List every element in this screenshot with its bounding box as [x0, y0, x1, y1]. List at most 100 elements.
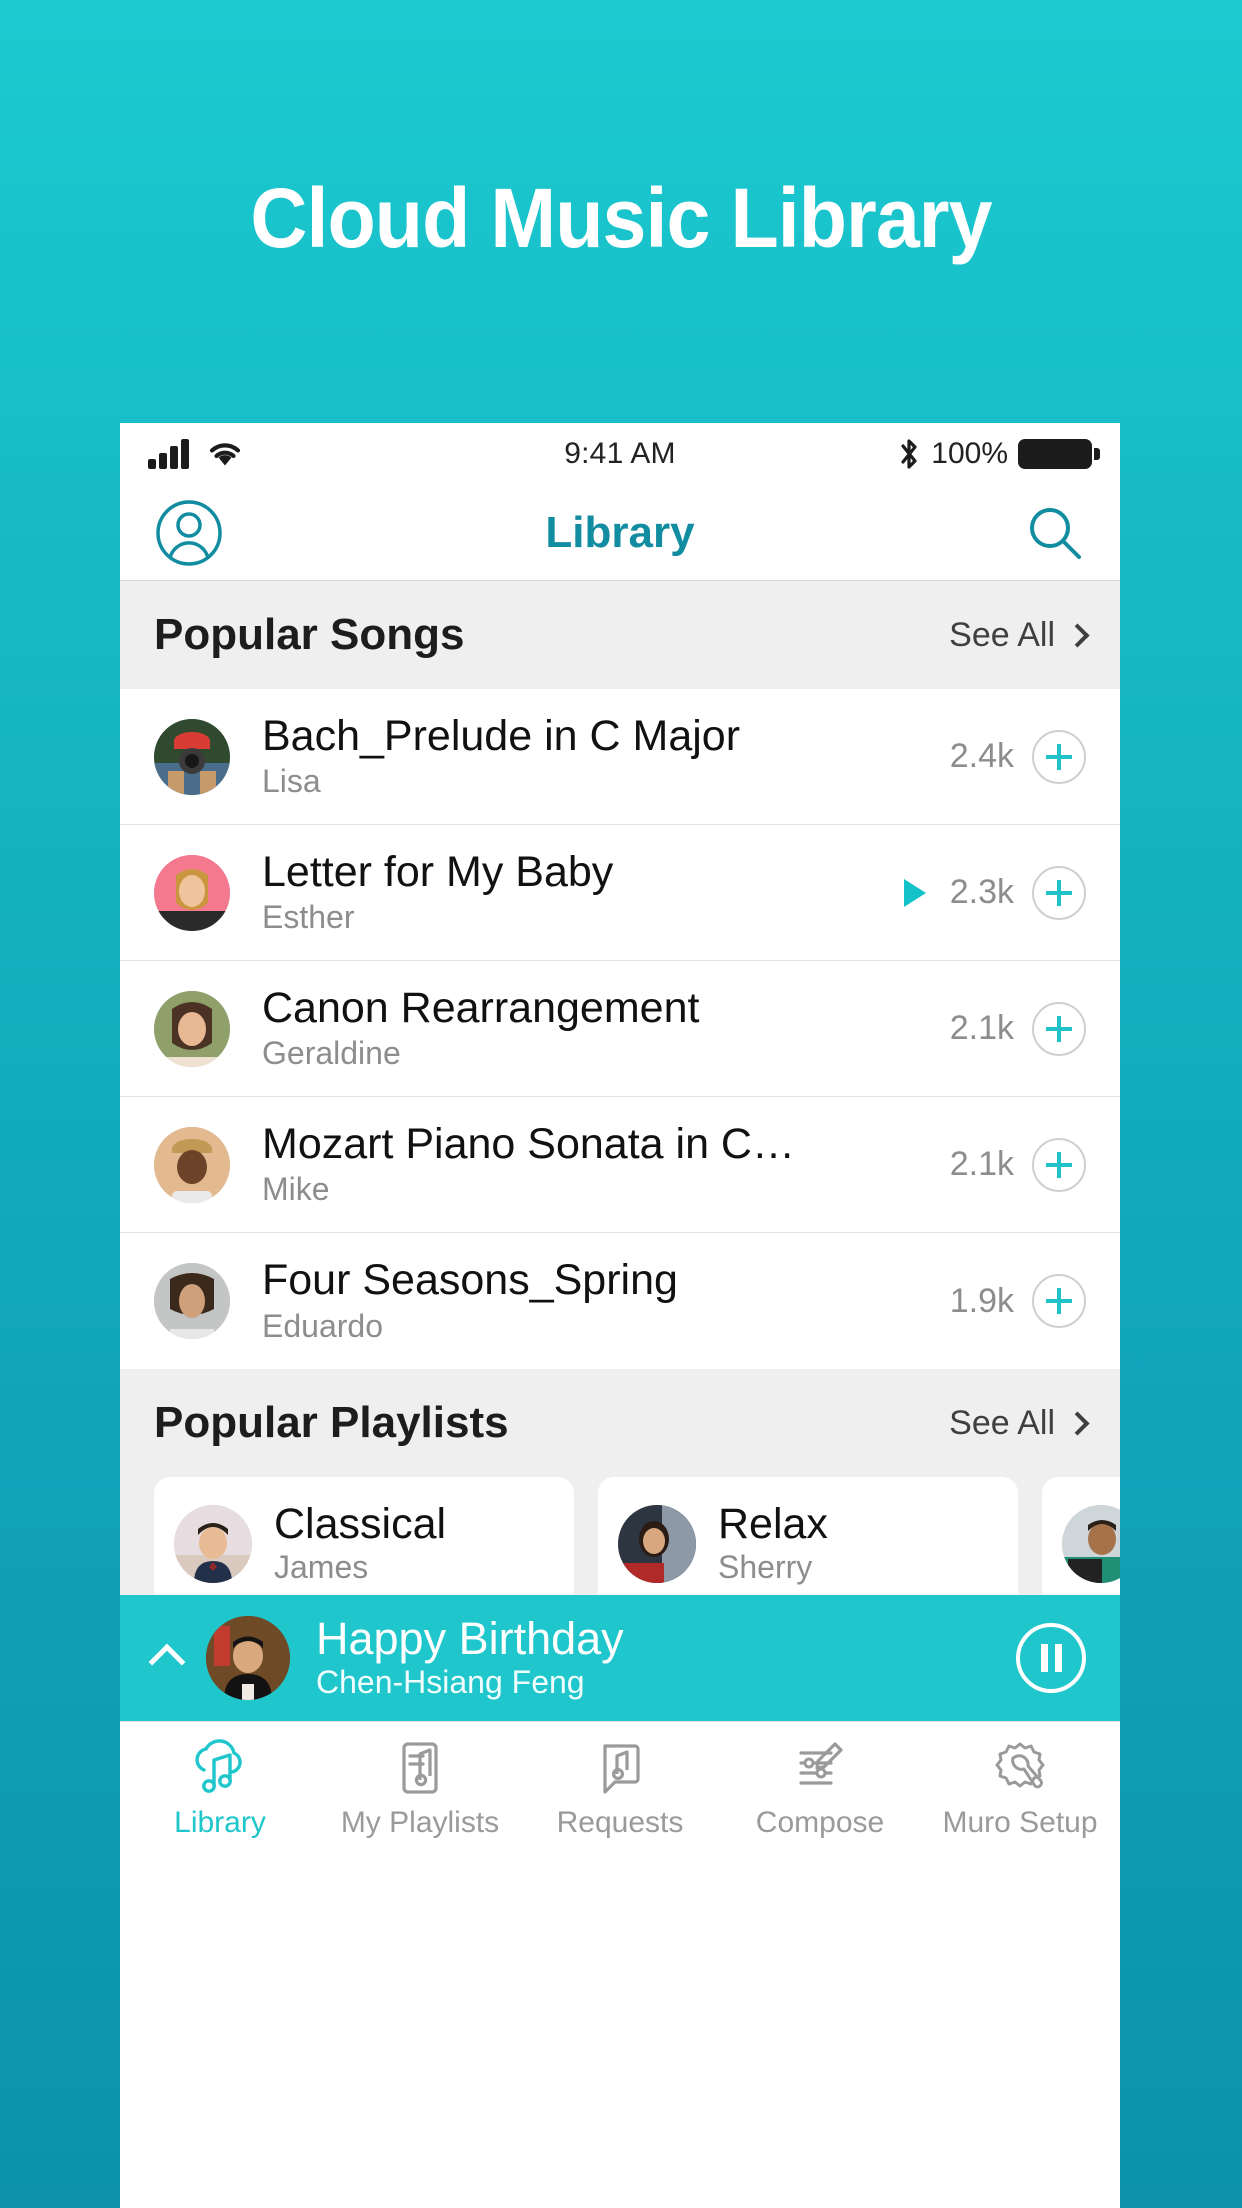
song-meta: Canon Rearrangement Geraldine: [262, 985, 944, 1072]
song-meta: Four Seasons_Spring Eduardo: [262, 1257, 944, 1344]
pause-circle-icon[interactable]: [1016, 1623, 1086, 1693]
table-row[interactable]: Four Seasons_Spring Eduardo 1.9k: [120, 1233, 1120, 1369]
battery-percent-label: 100%: [931, 437, 1008, 470]
song-actions: 1.9k: [944, 1274, 1086, 1328]
plus-circle-icon[interactable]: [1032, 1274, 1086, 1328]
song-list: Bach_Prelude in C Major Lisa 2.4k Letter…: [120, 689, 1120, 1369]
song-actions: 2.4k: [944, 729, 1086, 784]
playlist-carousel[interactable]: Classical James Relax Sherry: [120, 1477, 1120, 1595]
song-title: Canon Rearrangement: [262, 984, 700, 1032]
song-title: Mozart Piano Sonata in C…: [262, 1120, 795, 1168]
song-meta: Bach_Prelude in C Major Lisa: [262, 713, 944, 800]
table-row[interactable]: Bach_Prelude in C Major Lisa 2.4k: [120, 689, 1120, 825]
tab-label: Compose: [755, 1805, 885, 1839]
phone-mockup: 9:41 AM 100% Library Popular Songs See A…: [120, 423, 1120, 2208]
tab-my-playlists[interactable]: My Playlists: [320, 1722, 520, 1853]
song-actions: 2.1k: [944, 1001, 1086, 1056]
avatar: [154, 854, 230, 931]
list-item[interactable]: [1042, 1477, 1120, 1595]
status-bar: 9:41 AM 100%: [120, 423, 1120, 485]
play-count: 2.4k: [949, 737, 1014, 775]
song-actions: 2.3k: [904, 865, 1086, 920]
song-title: Four Seasons_Spring: [262, 1257, 678, 1304]
tab-label: Muro Setup: [942, 1805, 1098, 1839]
song-artist: Geraldine: [262, 1035, 401, 1072]
nav-bar: Library: [120, 485, 1120, 581]
avatar: [1062, 1505, 1120, 1583]
song-title: Letter for My Baby: [262, 848, 614, 896]
plus-circle-icon[interactable]: [1032, 729, 1086, 784]
account-circle-icon[interactable]: [154, 498, 224, 568]
see-all-popular-playlists[interactable]: See All: [949, 1403, 1090, 1443]
tab-label: Library: [174, 1805, 266, 1839]
see-all-label: See All: [949, 615, 1055, 654]
song-actions: 2.1k: [944, 1137, 1086, 1192]
pause-bar-right: [1054, 1644, 1062, 1672]
table-row[interactable]: Mozart Piano Sonata in C… Mike 2.1k: [120, 1097, 1120, 1233]
plus-circle-icon[interactable]: [1032, 1137, 1086, 1192]
section-title: Popular Songs: [154, 610, 465, 659]
request-note-icon: [603, 1743, 640, 1794]
see-all-label: See All: [949, 1403, 1055, 1442]
song-artist: Mike: [262, 1171, 330, 1208]
now-playing-artist: Chen-Hsiang Feng: [316, 1664, 585, 1701]
tab-library[interactable]: Library: [120, 1722, 320, 1853]
section-title: Popular Playlists: [154, 1398, 509, 1447]
song-title: Bach_Prelude in C Major: [262, 712, 741, 760]
playlist-meta: Classical James: [274, 1499, 447, 1586]
play-count: 2.1k: [949, 1009, 1014, 1047]
avatar: [154, 1126, 230, 1203]
search-icon[interactable]: [1024, 502, 1086, 564]
table-row[interactable]: Letter for My Baby Esther 2.3k: [120, 825, 1120, 961]
song-artist: Lisa: [262, 763, 321, 800]
playlist-owner: James: [274, 1549, 369, 1586]
list-item[interactable]: Relax Sherry: [598, 1477, 1018, 1595]
tab-label: Requests: [556, 1805, 684, 1839]
song-meta: Letter for My Baby Esther: [262, 849, 904, 936]
avatar: [154, 1263, 230, 1339]
list-item[interactable]: Classical James: [154, 1477, 574, 1595]
chevron-up-icon[interactable]: [148, 1643, 186, 1681]
avatar: [174, 1505, 252, 1583]
playlist-meta: Relax Sherry: [718, 1499, 828, 1586]
see-all-popular-songs[interactable]: See All: [949, 615, 1090, 655]
section-header-popular-songs: Popular Songs See All: [120, 581, 1120, 689]
song-artist: Esther: [262, 899, 355, 936]
play-count: 2.3k: [949, 873, 1014, 911]
bluetooth-icon: [901, 439, 917, 469]
now-playing-title: Happy Birthday: [316, 1612, 624, 1664]
avatar: [618, 1505, 696, 1583]
nav-title: Library: [545, 507, 695, 557]
playlist-name: Classical: [274, 1499, 447, 1548]
cloud-music-icon: [195, 1738, 242, 1793]
plus-circle-icon[interactable]: [1032, 865, 1086, 920]
compose-icon: [799, 1741, 843, 1785]
avatar: [206, 1616, 290, 1700]
chevron-right-icon: [1065, 622, 1090, 648]
play-count: 2.1k: [949, 1145, 1014, 1183]
play-icon[interactable]: [904, 878, 926, 907]
playlist-owner: Sherry: [718, 1549, 813, 1586]
song-artist: Eduardo: [262, 1307, 383, 1344]
tab-muro-setup[interactable]: Muro Setup: [920, 1722, 1120, 1853]
avatar: [154, 990, 230, 1067]
playlist-name: Relax: [718, 1499, 828, 1548]
plus-circle-icon[interactable]: [1032, 1001, 1086, 1056]
pause-bar-left: [1040, 1644, 1048, 1672]
table-row[interactable]: Canon Rearrangement Geraldine 2.1k: [120, 961, 1120, 1097]
tab-compose[interactable]: Compose: [720, 1722, 920, 1853]
song-meta: Mozart Piano Sonata in C… Mike: [262, 1121, 944, 1208]
page-title: Cloud Music Library: [250, 171, 992, 265]
tab-requests[interactable]: Requests: [520, 1722, 720, 1853]
chevron-right-icon: [1065, 1410, 1090, 1436]
status-bar-right: 100%: [897, 437, 1100, 471]
play-count: 1.9k: [949, 1281, 1014, 1320]
now-playing-meta: Happy Birthday Chen-Hsiang Feng: [316, 1615, 990, 1701]
tab-bar: Library My Playlists Requests Compose Mu…: [120, 1721, 1120, 1853]
tab-label: My Playlists: [340, 1805, 500, 1839]
battery-full-icon: [1018, 439, 1100, 469]
avatar: [154, 718, 230, 795]
playlist-note-icon: [402, 1741, 438, 1794]
gear-wrench-icon: [995, 1742, 1045, 1788]
now-playing-bar[interactable]: Happy Birthday Chen-Hsiang Feng: [120, 1595, 1120, 1721]
